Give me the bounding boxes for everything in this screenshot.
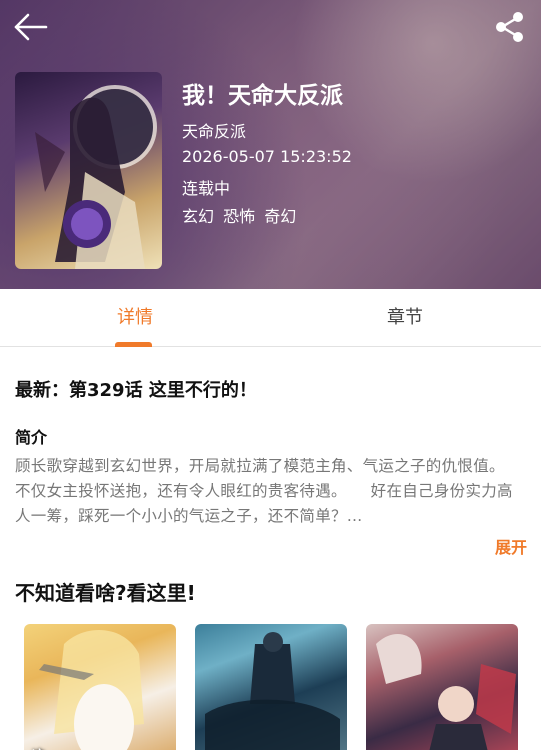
comic-tags: 玄幻 恐怖 奇幻 <box>182 203 296 227</box>
latest-chapter-link[interactable]: 最新：第329话 这里不行的！ <box>15 376 257 402</box>
recommend-card[interactable] <box>195 624 347 750</box>
comic-status: 连载中 <box>182 179 231 198</box>
expand-button[interactable]: 展开 <box>495 534 527 558</box>
recommend-cover-art <box>39 630 144 750</box>
comic-author[interactable]: 天命反派 <box>182 118 246 142</box>
recommend-cover-text: 这 <box>32 745 45 750</box>
recommend-cover-art <box>376 634 516 750</box>
recommend-card[interactable]: 这 <box>24 624 176 750</box>
intro-text: 顾长歌穿越到玄幻世界，开局就拉满了模范主角、气运之子的仇恨值。 不仅女主投怀送抱… <box>15 457 527 525</box>
comic-cover-image[interactable] <box>15 72 162 269</box>
comic-title: 我！天命大反派 <box>182 83 343 109</box>
cover-art <box>35 85 157 269</box>
active-tab-indicator <box>115 342 152 347</box>
arrow-left-icon <box>14 13 48 41</box>
tab-bar: 详情 章节 <box>0 289 541 347</box>
tag[interactable]: 奇幻 <box>264 207 296 226</box>
tag[interactable]: 玄幻 <box>182 207 214 226</box>
recommend-card[interactable] <box>366 624 518 750</box>
share-button[interactable] <box>493 10 527 44</box>
tab-details[interactable]: 详情 <box>0 289 270 347</box>
share-icon <box>496 12 523 42</box>
recommend-heading: 不知道看啥?看这里! <box>15 581 196 605</box>
comic-update-time: 2026-05-07 15:23:52 <box>182 147 352 166</box>
intro-heading: 简介 <box>15 428 48 447</box>
tab-chapters[interactable]: 章节 <box>270 289 540 347</box>
tag[interactable]: 恐怖 <box>223 207 255 226</box>
back-button[interactable] <box>12 10 50 44</box>
recommend-cover-art <box>205 632 340 750</box>
